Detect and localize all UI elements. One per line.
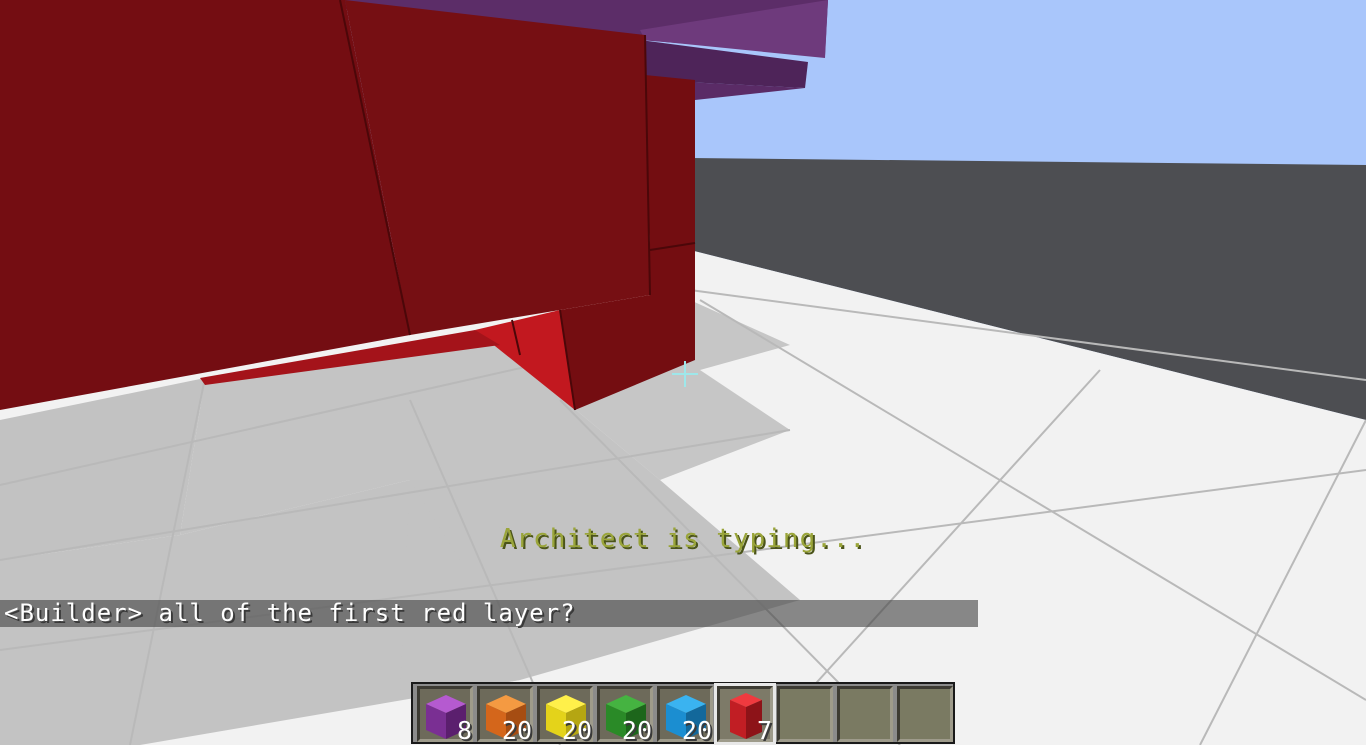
game-viewport[interactable]: Architect is typing... <Builder> all of …: [0, 0, 1366, 745]
item-count: 7: [756, 716, 772, 745]
crosshair: [672, 361, 698, 387]
hotbar[interactable]: 8 20 20 20 20 7: [411, 682, 955, 745]
typing-indicator: Architect is typing...: [499, 524, 867, 554]
hotbar-slot-7[interactable]: [777, 686, 833, 742]
item-count: 20: [621, 716, 652, 745]
item-count: 20: [681, 716, 712, 745]
item-count: 20: [501, 716, 532, 745]
item-count: 8: [456, 716, 472, 745]
hotbar-slot-1[interactable]: 8: [417, 686, 473, 745]
hotbar-slot-2[interactable]: 20: [477, 686, 533, 745]
hotbar-slot-3[interactable]: 20: [537, 686, 593, 745]
hotbar-slot-4[interactable]: 20: [597, 686, 653, 745]
hotbar-slot-9[interactable]: [897, 686, 953, 742]
hotbar-slot-8[interactable]: [837, 686, 893, 742]
hotbar-slot-5[interactable]: 20: [657, 686, 713, 745]
item-count: 20: [561, 716, 592, 745]
chat-message-text: <Builder> all of the first red layer?: [4, 599, 576, 627]
chat-message-row: <Builder> all of the first red layer?: [0, 600, 978, 627]
red-block-face: [645, 75, 695, 250]
hotbar-slot-6[interactable]: 7: [714, 683, 776, 745]
